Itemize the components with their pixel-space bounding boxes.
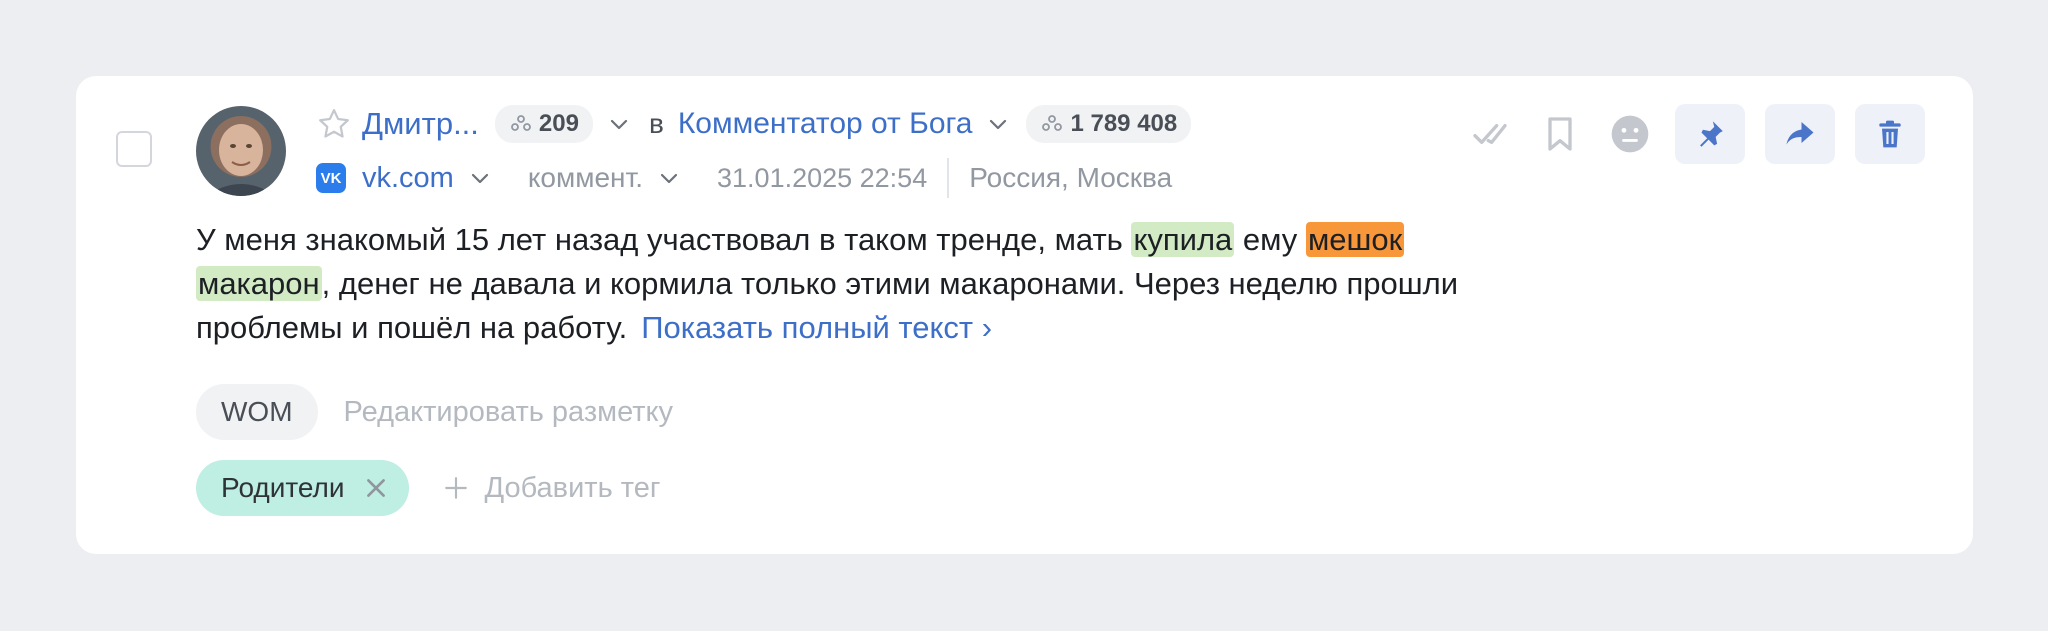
select-checkbox[interactable] — [116, 131, 152, 167]
audience-icon — [511, 115, 531, 131]
add-tag-button[interactable]: Добавить тег — [443, 471, 661, 505]
author-audience-badge: 209 — [494, 105, 593, 143]
source-site[interactable]: vk.com — [362, 162, 454, 195]
text-part: У меня знакомый 15 лет назад участвовал … — [196, 222, 1132, 257]
show-full-text-link[interactable]: Показать полный текст › — [641, 310, 992, 345]
keyword-highlight: купила — [1131, 222, 1235, 257]
post-type[interactable]: коммент. — [528, 162, 643, 194]
post-text: У меня знакомый 15 лет назад участвовал … — [196, 218, 1536, 350]
close-icon[interactable] — [363, 475, 389, 501]
group-name[interactable]: Комментатор от Бога — [678, 107, 973, 141]
sentiment-button[interactable] — [1605, 104, 1655, 164]
tags-row: Родители Добавить тег — [196, 460, 660, 516]
avatar[interactable] — [196, 106, 286, 196]
chevron-down-icon[interactable] — [468, 166, 492, 190]
author-name[interactable]: Дмитр... — [362, 106, 479, 142]
vk-icon: VK — [316, 163, 346, 193]
markup-row: WOM Редактировать разметку — [196, 384, 673, 440]
chevron-down-icon[interactable] — [986, 112, 1010, 136]
keyword-highlight: макарон — [196, 266, 322, 301]
audience-icon — [1042, 115, 1063, 131]
author-audience-count: 209 — [538, 110, 579, 137]
post-card: Дмитр... 209 в Комментатор от Бога 1 789… — [76, 76, 1973, 554]
share-icon — [1786, 122, 1814, 145]
keyword-highlight-primary: мешок — [1305, 222, 1405, 257]
post-date[interactable]: 31.01.2025 22:54 — [717, 163, 927, 194]
tag-chip[interactable]: Родители — [196, 460, 409, 516]
markup-chip[interactable]: WOM — [196, 384, 318, 440]
mark-checked-button[interactable] — [1465, 104, 1515, 164]
bookmark-icon — [1548, 117, 1572, 151]
group-audience-count: 1 789 408 — [1070, 110, 1178, 137]
bookmark-button[interactable] — [1535, 104, 1585, 164]
post-location: Россия, Москва — [969, 162, 1173, 193]
add-tag-label: Добавить тег — [484, 471, 661, 504]
edit-markup-link[interactable]: Редактировать разметку — [344, 396, 674, 429]
post-meta-row: VK vk.com коммент. 31.01.2025 22:54 Росс… — [316, 156, 1172, 200]
group-audience-badge: 1 789 408 — [1026, 105, 1192, 143]
tag-label: Родители — [221, 472, 345, 503]
chevron-down-icon[interactable] — [657, 166, 681, 190]
neutral-face-icon — [1611, 115, 1649, 153]
pin-button[interactable] — [1675, 104, 1745, 164]
text-part: ему — [1234, 222, 1306, 257]
actions-toolbar — [1465, 104, 1925, 164]
post-header-row: Дмитр... 209 в Комментатор от Бога 1 789… — [316, 102, 1192, 146]
share-button[interactable] — [1765, 104, 1835, 164]
plus-icon — [444, 477, 467, 499]
chevron-down-icon[interactable] — [607, 112, 631, 136]
delete-button[interactable] — [1855, 104, 1925, 164]
trash-icon — [1879, 120, 1901, 148]
check-icon — [1473, 124, 1507, 144]
pin-icon — [1700, 121, 1723, 147]
divider — [947, 158, 950, 198]
star-icon[interactable] — [316, 106, 352, 142]
in-label: в — [648, 108, 664, 139]
